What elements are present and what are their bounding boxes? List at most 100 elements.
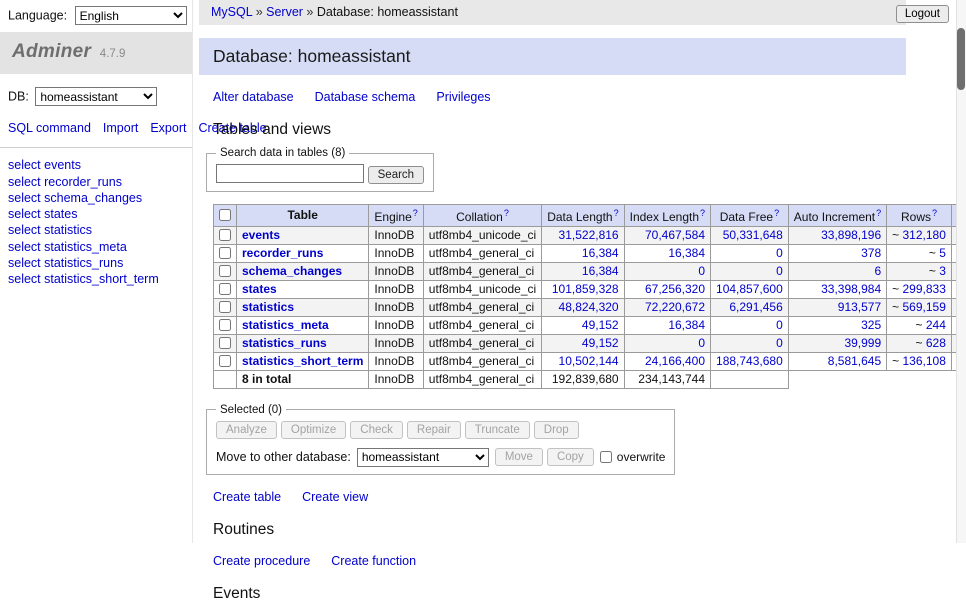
- rows-count-link[interactable]: 628: [926, 336, 946, 350]
- sidebar-item-select-statistics-runs[interactable]: select statistics_runs: [8, 255, 184, 271]
- data-length-link[interactable]: 31,522,816: [559, 228, 619, 242]
- data-free-link[interactable]: 188,743,680: [716, 354, 783, 368]
- table-link-statistics-runs[interactable]: statistics_runs: [242, 336, 327, 350]
- move-db-select[interactable]: homeassistant: [357, 448, 489, 467]
- row-checkbox-events[interactable]: [219, 229, 231, 241]
- analyze-button[interactable]: Analyze: [216, 421, 277, 439]
- link-privileges[interactable]: Privileges: [436, 90, 490, 104]
- link-alter-database[interactable]: Alter database: [213, 90, 294, 104]
- select-all-checkbox[interactable]: [219, 209, 231, 221]
- data-free-link[interactable]: 0: [776, 318, 783, 332]
- data-length-link[interactable]: 10,502,144: [559, 354, 619, 368]
- auto-increment-link[interactable]: 8,581,645: [828, 354, 881, 368]
- help-link-data-length-icon[interactable]: ?: [614, 208, 619, 218]
- sidebar-item-select-events[interactable]: select events: [8, 157, 184, 173]
- auto-increment-link[interactable]: 33,898,196: [821, 228, 881, 242]
- check-button[interactable]: Check: [350, 421, 403, 439]
- data-length-link[interactable]: 48,824,320: [559, 300, 619, 314]
- help-link-collation-icon[interactable]: ?: [504, 208, 509, 218]
- data-length-link[interactable]: 49,152: [582, 318, 619, 332]
- row-checkbox-statistics-runs[interactable]: [219, 337, 231, 349]
- sidebar-item-select-statistics-short-term[interactable]: select statistics_short_term: [8, 271, 184, 287]
- rows-count-link[interactable]: 5: [939, 246, 946, 260]
- data-length-link[interactable]: 49,152: [582, 336, 619, 350]
- data-free-link[interactable]: 0: [776, 336, 783, 350]
- link-create-function[interactable]: Create function: [331, 554, 416, 568]
- search-button[interactable]: Search: [368, 166, 424, 184]
- optimize-button[interactable]: Optimize: [281, 421, 346, 439]
- index-length-link[interactable]: 0: [698, 336, 705, 350]
- row-checkbox-schema-changes[interactable]: [219, 265, 231, 277]
- adminer-logo[interactable]: Adminer: [12, 41, 91, 62]
- sidebar-item-select-schema-changes[interactable]: select schema_changes: [8, 190, 184, 206]
- help-link-rows-icon[interactable]: ?: [932, 208, 937, 218]
- rows-count-link[interactable]: 3: [939, 264, 946, 278]
- scrollbar-track[interactable]: [956, 0, 966, 543]
- auto-increment-link[interactable]: 33,398,984: [821, 282, 881, 296]
- row-checkbox-recorder-runs[interactable]: [219, 247, 231, 259]
- help-link-engine-icon[interactable]: ?: [413, 208, 418, 218]
- auto-increment-link[interactable]: 378: [861, 246, 881, 260]
- data-length-link[interactable]: 101,859,328: [552, 282, 619, 296]
- truncate-button[interactable]: Truncate: [465, 421, 530, 439]
- overwrite-checkbox[interactable]: [600, 451, 612, 463]
- breadcrumb-link-mysql[interactable]: MySQL: [211, 5, 252, 19]
- search-input[interactable]: [216, 164, 364, 183]
- repair-button[interactable]: Repair: [407, 421, 461, 439]
- sidebar-item-select-statistics-meta[interactable]: select statistics_meta: [8, 239, 184, 255]
- db-select[interactable]: homeassistant: [35, 87, 157, 106]
- link-database-schema[interactable]: Database schema: [315, 90, 416, 104]
- sidebar-action-export[interactable]: Export: [150, 121, 186, 135]
- link-create-view[interactable]: Create view: [302, 490, 368, 504]
- auto-increment-link[interactable]: 913,577: [838, 300, 881, 314]
- table-link-schema-changes[interactable]: schema_changes: [242, 264, 342, 278]
- row-checkbox-statistics[interactable]: [219, 301, 231, 313]
- rows-count-link[interactable]: 569,159: [903, 300, 946, 314]
- language-select[interactable]: English: [75, 6, 187, 25]
- rows-count-link[interactable]: 244: [926, 318, 946, 332]
- sidebar-item-select-recorder-runs[interactable]: select recorder_runs: [8, 174, 184, 190]
- table-link-statistics[interactable]: statistics: [242, 300, 294, 314]
- index-length-link[interactable]: 70,467,584: [645, 228, 705, 242]
- table-link-recorder-runs[interactable]: recorder_runs: [242, 246, 323, 260]
- rows-count-link[interactable]: 136,108: [903, 354, 946, 368]
- index-length-link[interactable]: 16,384: [668, 318, 705, 332]
- rows-count-link[interactable]: 312,180: [903, 228, 946, 242]
- table-link-statistics-meta[interactable]: statistics_meta: [242, 318, 329, 332]
- rows-count-link[interactable]: 299,833: [903, 282, 946, 296]
- index-length-link[interactable]: 67,256,320: [645, 282, 705, 296]
- index-length-link[interactable]: 16,384: [668, 246, 705, 260]
- help-link-auto-increment-icon[interactable]: ?: [876, 208, 881, 218]
- link-create-procedure[interactable]: Create procedure: [213, 554, 310, 568]
- move-button[interactable]: Move: [495, 448, 543, 466]
- data-free-link[interactable]: 104,857,600: [716, 282, 783, 296]
- data-free-link[interactable]: 0: [776, 264, 783, 278]
- auto-increment-link[interactable]: 6: [874, 264, 881, 278]
- sidebar-action-sql-command[interactable]: SQL command: [8, 121, 91, 135]
- row-checkbox-statistics-meta[interactable]: [219, 319, 231, 331]
- scrollbar-thumb[interactable]: [957, 28, 965, 90]
- data-free-link[interactable]: 50,331,648: [723, 228, 783, 242]
- row-checkbox-states[interactable]: [219, 283, 231, 295]
- breadcrumb-link-server[interactable]: Server: [266, 5, 303, 19]
- data-free-link[interactable]: 6,291,456: [729, 300, 782, 314]
- table-link-statistics-short-term[interactable]: statistics_short_term: [242, 354, 363, 368]
- drop-button[interactable]: Drop: [534, 421, 579, 439]
- data-free-link[interactable]: 0: [776, 246, 783, 260]
- data-length-link[interactable]: 16,384: [582, 246, 619, 260]
- sidebar-item-select-states[interactable]: select states: [8, 206, 184, 222]
- row-checkbox-statistics-short-term[interactable]: [219, 355, 231, 367]
- table-link-events[interactable]: events: [242, 228, 280, 242]
- logout-button[interactable]: Logout: [896, 5, 949, 23]
- data-length-link[interactable]: 16,384: [582, 264, 619, 278]
- sidebar-item-select-statistics[interactable]: select statistics: [8, 222, 184, 238]
- link-create-table[interactable]: Create table: [213, 490, 281, 504]
- help-link-index-length-icon[interactable]: ?: [700, 208, 705, 218]
- sidebar-action-import[interactable]: Import: [103, 121, 138, 135]
- table-link-states[interactable]: states: [242, 282, 277, 296]
- auto-increment-link[interactable]: 39,999: [844, 336, 881, 350]
- index-length-link[interactable]: 72,220,672: [645, 300, 705, 314]
- copy-button[interactable]: Copy: [547, 448, 594, 466]
- index-length-link[interactable]: 24,166,400: [645, 354, 705, 368]
- help-link-data-free-icon[interactable]: ?: [774, 208, 779, 218]
